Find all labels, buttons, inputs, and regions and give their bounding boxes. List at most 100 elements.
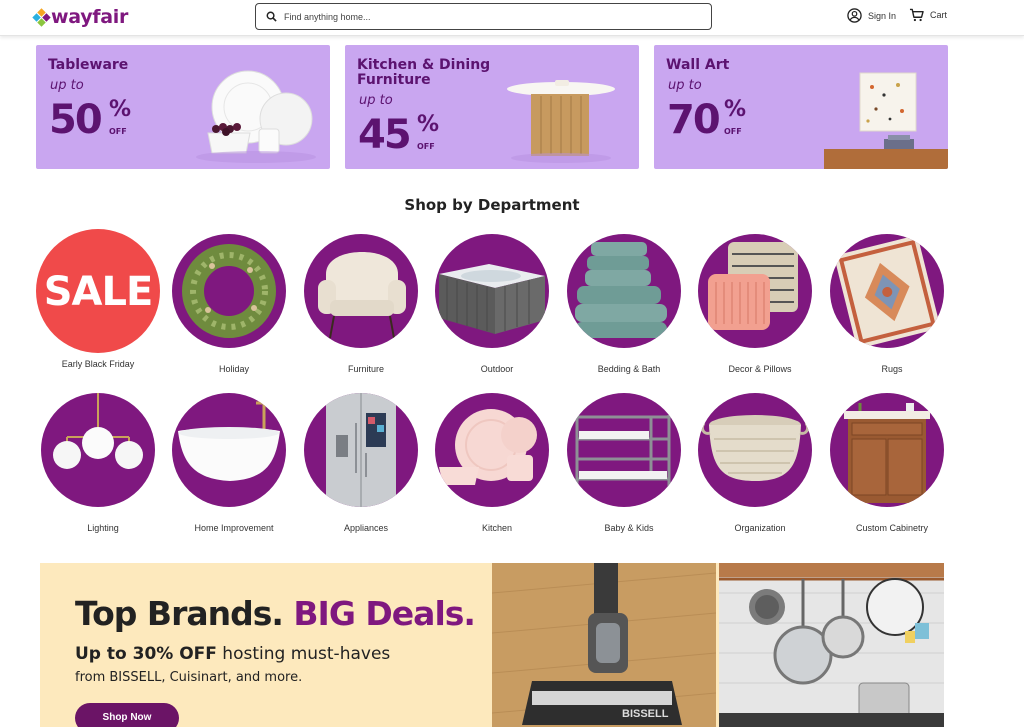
logo-mark-icon — [32, 7, 51, 27]
department-tile-rugs[interactable]: Rugs — [825, 234, 949, 374]
search-input[interactable] — [284, 11, 684, 22]
department-image — [567, 393, 681, 507]
department-label: Bedding & Bath — [597, 364, 661, 374]
department-image — [698, 393, 812, 507]
promo-upto: up to — [668, 78, 702, 93]
department-label: Rugs — [881, 364, 903, 374]
department-label: Baby & Kids — [604, 523, 654, 533]
tableware-image — [196, 70, 316, 163]
department-tile-organization[interactable]: Organization — [693, 393, 817, 533]
department-tile-furniture[interactable]: Furniture — [299, 234, 423, 374]
wall-art-image — [824, 72, 948, 169]
pans-image — [719, 563, 944, 727]
department-tile-lighting[interactable]: Lighting — [36, 393, 160, 533]
department-tile-decor-pillows[interactable]: Decor & Pillows — [693, 234, 817, 374]
department-image — [567, 234, 681, 348]
banner-discount: Up to 30% OFF — [75, 644, 217, 664]
promo-title-line-2: Furniture — [357, 72, 431, 88]
vacuum-image: BISSELL — [491, 563, 717, 727]
department-tile-home-improvement[interactable]: Home Improvement — [167, 393, 291, 533]
sign-in-label: Sign In — [868, 10, 897, 21]
department-section-title: Shop by Department — [404, 196, 580, 214]
hot-tub-image — [439, 264, 545, 334]
promo-percent: % — [417, 112, 440, 137]
department-label: Holiday — [218, 364, 249, 374]
department-tile-holiday[interactable]: Holiday — [167, 234, 291, 374]
promo-upto: up to — [359, 93, 393, 108]
armchair-image — [318, 252, 406, 339]
wayfair-logo[interactable]: wayfair — [32, 6, 129, 28]
promo-value: 50 — [49, 97, 103, 143]
department-image — [41, 393, 155, 507]
promo-percent: % — [109, 97, 132, 122]
shop-now-button[interactable]: Shop Now — [75, 703, 179, 727]
basket-image — [700, 415, 810, 481]
promo-off: OFF — [724, 127, 742, 136]
vacuum-brand-text: BISSELL — [622, 708, 669, 720]
banner-subheadline-rest: hosting must-haves — [216, 644, 391, 664]
dishware-image — [439, 409, 537, 485]
department-label: Custom Cabinetry — [855, 523, 929, 533]
department-label: Decor & Pillows — [728, 364, 792, 374]
department-image — [304, 393, 418, 507]
department-tile-appliances[interactable]: Appliances — [299, 393, 423, 533]
department-image — [172, 393, 286, 507]
cabinet-image — [844, 403, 930, 503]
wreath-image — [182, 244, 276, 338]
promo-value: 45 — [358, 112, 412, 158]
department-image — [304, 234, 418, 348]
refrigerator-image — [326, 393, 396, 507]
rug-image — [833, 234, 941, 348]
department-tile-bedding-bath[interactable]: Bedding & Bath — [562, 234, 686, 374]
bunk-bed-image — [575, 415, 671, 489]
department-tile-early-black-friday[interactable]: SALE Early Black Friday — [36, 229, 160, 369]
promo-title: Tableware — [48, 57, 129, 73]
department-label: Lighting — [87, 523, 119, 533]
department-label: Appliances — [343, 523, 389, 533]
department-tile-custom-cabinetry[interactable]: Custom Cabinetry — [825, 393, 949, 533]
kitchen-pans-photo — [719, 563, 944, 727]
banner-headline: Top Brands. BIG Deals. — [75, 594, 476, 633]
logo-text: wayfair — [51, 6, 129, 28]
department-label: Outdoor — [480, 364, 514, 374]
banner-headline-part-1: Top Brands. — [75, 594, 284, 633]
department-label: Early Black Friday — [61, 359, 135, 369]
towels-image — [575, 242, 667, 338]
department-image — [830, 393, 944, 507]
sale-text: SALE — [43, 269, 154, 315]
sign-in-link[interactable]: Sign In — [847, 8, 896, 23]
top-brands-banner[interactable]: Top Brands. BIG Deals. Up to 30% OFF hos… — [40, 563, 944, 727]
banner-headline-part-2: BIG Deals. — [293, 594, 476, 633]
search-bar[interactable] — [255, 3, 712, 30]
department-image — [435, 234, 549, 348]
cart-link[interactable]: Cart — [909, 8, 947, 22]
promo-title: Wall Art — [666, 57, 730, 73]
department-tile-kitchen[interactable]: Kitchen — [430, 393, 554, 533]
department-tile-outdoor[interactable]: Outdoor — [430, 234, 554, 374]
department-image — [172, 234, 286, 348]
vacuum-photo: BISSELL — [491, 563, 717, 727]
promo-kitchen-dining[interactable]: Kitchen & Dining Furniture up to 45 % OF… — [345, 45, 639, 169]
department-image — [435, 393, 549, 507]
department-label: Furniture — [347, 364, 384, 374]
promo-title-line-1: Kitchen & Dining — [357, 57, 491, 73]
pillows-image — [708, 242, 798, 330]
promo-wall-art[interactable]: Wall Art up to 70 % OFF — [654, 45, 948, 169]
account-icon — [847, 8, 862, 23]
department-tile-baby-kids[interactable]: Baby & Kids — [562, 393, 686, 533]
cart-icon — [909, 8, 924, 22]
promo-off: OFF — [417, 142, 435, 151]
pendant-light-image — [53, 393, 143, 469]
promo-title: Kitchen & Dining Furniture — [357, 58, 490, 88]
cart-label: Cart — [930, 10, 948, 20]
bathtub-image — [178, 397, 280, 481]
department-label: Home Improvement — [194, 523, 274, 533]
sale-circle: SALE — [36, 229, 160, 353]
department-image — [698, 234, 812, 348]
department-image — [830, 234, 944, 348]
department-label: Kitchen — [481, 523, 513, 533]
promo-percent: % — [724, 97, 747, 122]
promo-tableware[interactable]: Tableware up to 50 % OFF — [36, 45, 330, 169]
promo-value: 70 — [667, 97, 721, 143]
department-label: Organization — [734, 523, 786, 533]
